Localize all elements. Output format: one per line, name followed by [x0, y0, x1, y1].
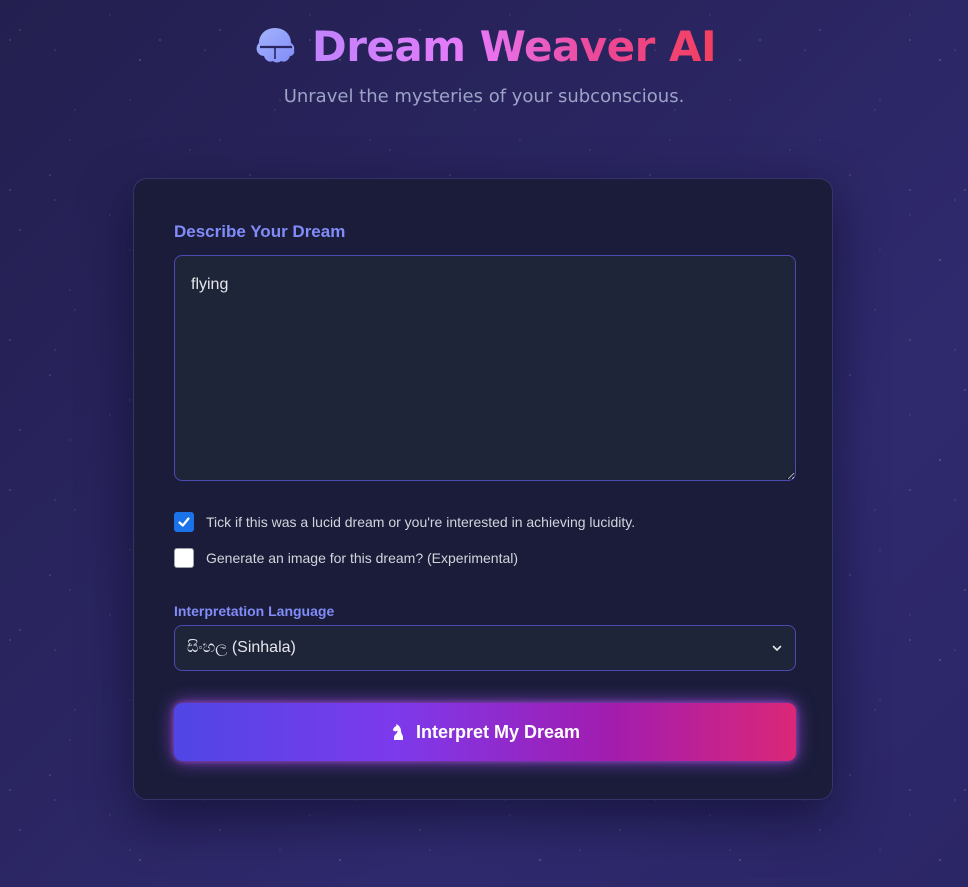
- generate-image-option[interactable]: Generate an image for this dream? (Exper…: [174, 548, 518, 568]
- chevron-down-icon: [772, 645, 782, 651]
- lucid-dream-label: Tick if this was a lucid dream or you're…: [206, 514, 636, 530]
- dream-description-textarea[interactable]: flying: [174, 255, 796, 481]
- page-subtitle: Unravel the mysteries of your subconscio…: [283, 86, 685, 107]
- checkmark-icon: [178, 517, 190, 527]
- generate-image-checkbox[interactable]: [174, 548, 194, 568]
- brain-icon: [256, 28, 295, 63]
- lucid-dream-checkbox[interactable]: [174, 512, 194, 532]
- page-header: Dream Weaver AI Unravel the mysteries of…: [0, 14, 968, 107]
- language-select[interactable]: සිංහල (Sinhala): [174, 625, 796, 671]
- title-row: Dream Weaver AI: [252, 14, 717, 78]
- dream-description-label: Describe Your Dream: [174, 222, 346, 241]
- language-label: Interpretation Language: [174, 603, 335, 619]
- interpret-dream-button[interactable]: Interpret My Dream: [174, 703, 796, 761]
- chess-knight-icon: [392, 724, 403, 740]
- page-title: Dream Weaver AI: [311, 21, 717, 71]
- generate-image-label: Generate an image for this dream? (Exper…: [206, 550, 519, 566]
- language-select-value: සිංහල (Sinhala): [187, 639, 296, 656]
- dream-form-card: Describe Your Dream flying Tick if this …: [133, 178, 833, 800]
- interpret-dream-button-label: Interpret My Dream: [415, 721, 581, 742]
- lucid-dream-option[interactable]: Tick if this was a lucid dream or you're…: [174, 512, 635, 532]
